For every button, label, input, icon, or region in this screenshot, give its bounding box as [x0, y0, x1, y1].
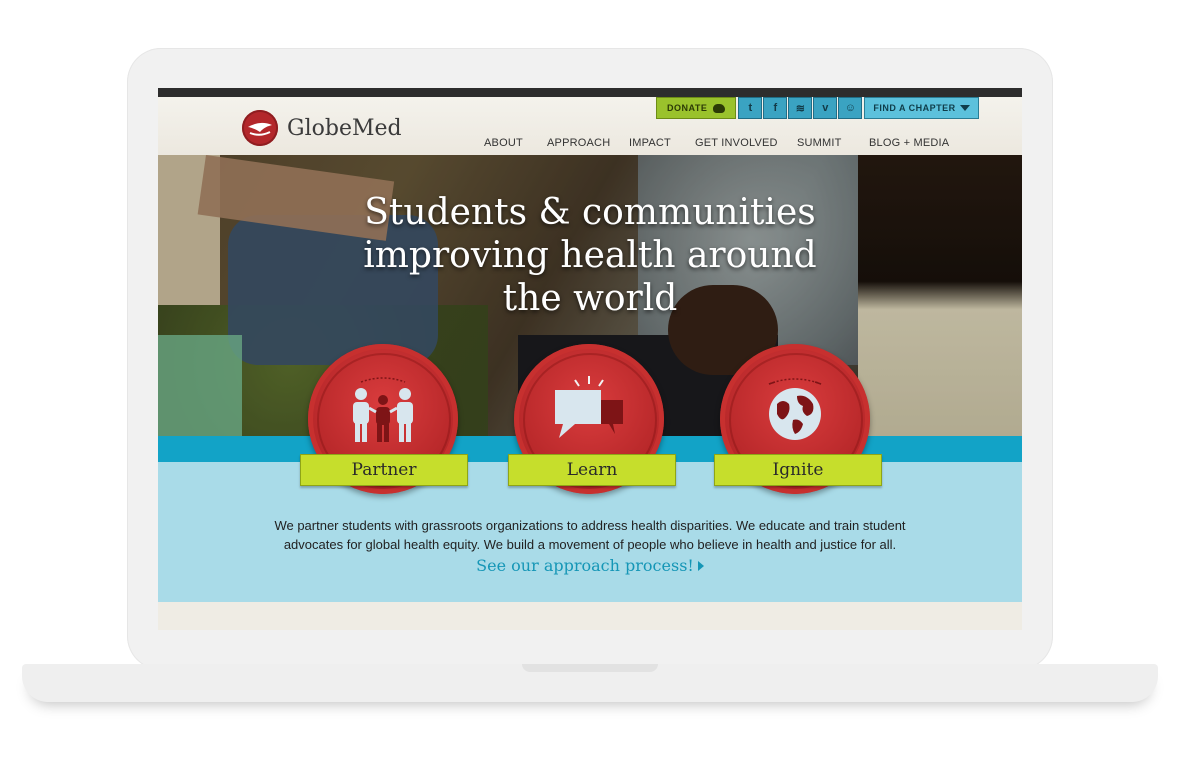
footer-strip [158, 602, 1022, 630]
facebook-icon[interactable]: f [763, 97, 788, 119]
vimeo-icon[interactable]: v [813, 97, 838, 119]
laptop-notch [522, 664, 658, 672]
chevron-down-icon [959, 105, 970, 111]
social-icon[interactable]: ☺ [838, 97, 863, 119]
headline-line-3: the world [502, 278, 678, 319]
mission-text: We partner students with grassroots orga… [158, 516, 1022, 554]
learn-ribbon[interactable]: Learn [508, 454, 676, 489]
rss-icon[interactable]: ≋ [788, 97, 813, 119]
headline-line-1: Students & communities [364, 192, 816, 233]
nav-item-get-involved[interactable]: GET INVOLVED [695, 137, 778, 149]
donate-label: DONATE [667, 103, 708, 113]
find-chapter-label: FIND A CHAPTER [873, 103, 956, 113]
globemed-logo-icon [242, 110, 278, 146]
approach-link[interactable]: See our approach process! [158, 556, 1022, 575]
people-icon [353, 377, 413, 442]
logo-text: GlobeMed [287, 115, 402, 141]
browser-screen: GlobeMed DONATE t f ≋ v ☺ FIND A CHAPTER… [158, 88, 1022, 630]
logo[interactable]: GlobeMed [242, 110, 402, 146]
partner-ribbon[interactable]: Partner [300, 454, 468, 489]
twitter-icon[interactable]: t [738, 97, 763, 119]
speech-bubbles-icon [555, 376, 623, 438]
donate-button[interactable]: DONATE [656, 97, 737, 119]
globe-icon [768, 378, 822, 440]
headline-line-2: improving health around [363, 235, 817, 276]
site-header: GlobeMed DONATE t f ≋ v ☺ FIND A CHAPTER… [158, 97, 1022, 155]
approach-link-label: See our approach process! [476, 556, 694, 575]
utility-bar: DONATE t f ≋ v ☺ FIND A CHAPTER [656, 97, 979, 119]
social-links: t f ≋ v ☺ [738, 97, 863, 119]
nav-item-impact[interactable]: IMPACT [629, 137, 671, 149]
ignite-ribbon[interactable]: Ignite [714, 454, 882, 489]
hero-headline: Students & communities improving health … [158, 191, 1022, 320]
chevron-right-icon [697, 561, 704, 571]
nav-item-summit[interactable]: SUMMIT [797, 137, 842, 149]
top-bar [158, 88, 1022, 97]
nav-item-approach[interactable]: APPROACH [547, 137, 610, 149]
piggy-bank-icon [713, 103, 726, 113]
mission-line-2: advocates for global health equity. We b… [283, 537, 897, 552]
nav-item-blog-media[interactable]: BLOG + MEDIA [869, 137, 949, 149]
nav-item-about[interactable]: ABOUT [484, 137, 523, 149]
find-chapter-dropdown[interactable]: FIND A CHAPTER [864, 97, 979, 119]
mission-line-1: We partner students with grassroots orga… [274, 518, 906, 533]
laptop-base [22, 664, 1158, 702]
